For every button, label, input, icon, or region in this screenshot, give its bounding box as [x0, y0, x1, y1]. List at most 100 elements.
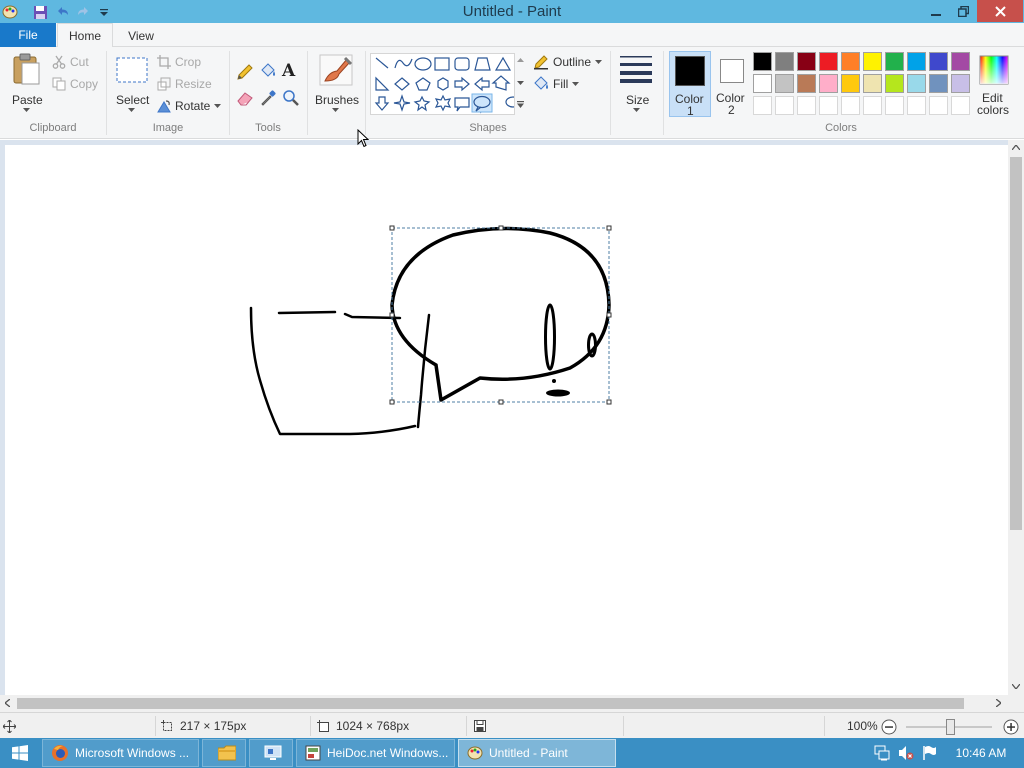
shapes-gallery[interactable] [370, 53, 526, 115]
palette-swatch[interactable] [819, 52, 838, 71]
rotate-button[interactable]: Rotate [157, 96, 222, 116]
flag-icon[interactable] [922, 745, 938, 761]
palette-swatch[interactable] [775, 74, 794, 93]
fill-bucket-icon[interactable] [259, 62, 277, 80]
canvas-drawing [249, 225, 612, 436]
palette-swatch[interactable] [929, 74, 948, 93]
zoom-in-button[interactable] [1003, 719, 1019, 735]
palette-custom-swatch[interactable] [753, 96, 772, 115]
palette-custom-swatch[interactable] [885, 96, 904, 115]
color2-button[interactable]: Color 2 [714, 51, 750, 117]
taskbar-firefox[interactable]: Microsoft Windows ... [42, 739, 199, 767]
restore-icon [957, 5, 969, 17]
palette-custom-swatch[interactable] [863, 96, 882, 115]
cursor-position [3, 718, 16, 734]
tab-home[interactable]: Home [57, 23, 113, 48]
shapes-scrollbar[interactable] [514, 53, 526, 115]
edit-colors-button[interactable]: Edit colors [976, 51, 1012, 117]
palette-swatch[interactable] [885, 74, 904, 93]
ribbon-separator [307, 51, 308, 135]
palette-swatch[interactable] [753, 74, 772, 93]
horizontal-scroll-thumb[interactable] [17, 698, 964, 709]
palette-custom-swatch[interactable] [907, 96, 926, 115]
color-picker-icon[interactable] [259, 89, 277, 107]
exclamation-dot [546, 389, 570, 397]
taskbar-heidoc[interactable]: HeiDoc.net Windows... [296, 739, 455, 767]
palette-swatch[interactable] [753, 52, 772, 71]
brushes-button[interactable]: Brushes [313, 51, 359, 117]
copy-label: Copy [70, 77, 99, 91]
palette-swatch[interactable] [797, 52, 816, 71]
taskbar-paint[interactable]: Untitled - Paint [458, 739, 616, 767]
palette-swatch[interactable] [929, 52, 948, 71]
palette-swatch[interactable] [819, 74, 838, 93]
resize-button[interactable]: Resize [157, 74, 212, 94]
palette-custom-swatch[interactable] [819, 96, 838, 115]
palette-swatch[interactable] [841, 74, 860, 93]
size-icon [620, 56, 652, 83]
outline-icon [534, 55, 548, 70]
tab-view[interactable]: View [118, 23, 164, 48]
zoom-slider-thumb[interactable] [946, 719, 955, 735]
palette-swatch[interactable] [951, 52, 970, 71]
palette-custom-swatch[interactable] [775, 96, 794, 115]
taskbar-explorer[interactable] [202, 739, 246, 767]
text-icon[interactable]: A [282, 61, 300, 81]
eraser-icon[interactable] [236, 89, 254, 107]
copy-button[interactable]: Copy [52, 74, 98, 94]
palette-swatch[interactable] [775, 52, 794, 71]
drawing-canvas[interactable] [5, 145, 1008, 695]
restore-button[interactable] [950, 0, 976, 22]
palette-swatch[interactable] [863, 74, 882, 93]
palette-custom-swatch[interactable] [951, 96, 970, 115]
paste-button[interactable]: Paste [8, 51, 46, 113]
cut-icon [52, 55, 66, 69]
cut-button[interactable]: Cut [52, 52, 89, 72]
size-label: Size [626, 93, 650, 107]
start-button[interactable] [0, 738, 40, 768]
palette-swatch[interactable] [841, 52, 860, 71]
taskbar-clock[interactable]: 10:46 AM [946, 738, 1016, 768]
window-title: Untitled - Paint [462, 3, 562, 20]
palette-swatch[interactable] [907, 52, 926, 71]
palette-swatch[interactable] [885, 52, 904, 71]
size-button[interactable]: Size [616, 51, 656, 117]
tab-file[interactable]: File [0, 23, 56, 47]
horizontal-scrollbar[interactable] [0, 695, 1008, 712]
crop-button[interactable]: Crop [157, 52, 201, 72]
ribbon-separator [610, 51, 611, 135]
zoom-out-button[interactable] [881, 719, 897, 735]
image-group-label: Image [152, 122, 184, 134]
fill-button[interactable]: Fill [533, 74, 580, 94]
taskbar-control-panel[interactable] [249, 739, 293, 767]
minimize-button[interactable] [922, 0, 950, 22]
scroll-down-icon [1012, 684, 1020, 689]
color1-button[interactable]: Color 1 [669, 51, 711, 118]
tools-group-label: Tools [255, 122, 281, 134]
magnifier-icon[interactable] [282, 89, 300, 107]
network-icon[interactable] [874, 745, 890, 761]
palette-custom-swatch[interactable] [797, 96, 816, 115]
vertical-scroll-thumb[interactable] [1010, 157, 1022, 530]
pencil-icon[interactable] [236, 63, 254, 81]
color1-number: 1 [687, 104, 694, 118]
palette-swatch[interactable] [863, 52, 882, 71]
close-button[interactable] [977, 0, 1023, 22]
outline-button[interactable]: Outline [533, 52, 603, 72]
vertical-scrollbar[interactable] [1008, 140, 1024, 695]
selection-rectangle[interactable] [391, 227, 610, 403]
palette-custom-swatch[interactable] [841, 96, 860, 115]
select-button[interactable]: Select [112, 51, 152, 113]
zoom-in-icon [1003, 719, 1019, 735]
ribbon-separator [365, 51, 366, 135]
palette-swatch[interactable] [797, 74, 816, 93]
resize-icon [157, 77, 171, 91]
mute-icon[interactable] [898, 745, 914, 761]
palette-swatch[interactable] [951, 74, 970, 93]
shapes-gallery-icons [374, 56, 521, 114]
palette-custom-swatch[interactable] [929, 96, 948, 115]
edit-colors-icon [979, 55, 1009, 85]
chevron-down-icon [517, 81, 524, 85]
palette-swatch[interactable] [907, 74, 926, 93]
chevron-down-icon [332, 108, 339, 112]
